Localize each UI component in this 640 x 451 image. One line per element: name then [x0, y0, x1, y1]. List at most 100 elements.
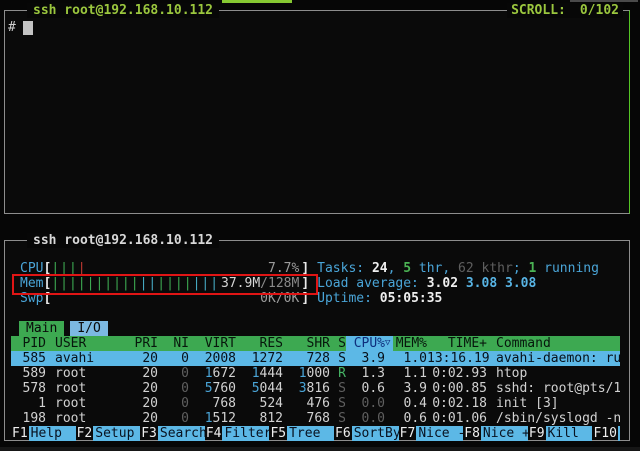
- arrow-slot: [385, 381, 393, 396]
- screen-tabs: Main I/O: [5, 321, 629, 336]
- col-user[interactable]: USER: [46, 336, 126, 351]
- ni: 0: [158, 396, 189, 411]
- shr: 728: [283, 351, 330, 366]
- f3-search-button[interactable]: Search: [158, 426, 205, 441]
- shr-lo: 476: [307, 396, 330, 411]
- f9-key[interactable]: F9: [528, 426, 546, 441]
- f8-key[interactable]: F8: [463, 426, 481, 441]
- table-row[interactable]: 578root200576050443816S0.63.90:00.85sshd…: [11, 381, 620, 396]
- pid: 1: [11, 396, 46, 411]
- virt: 5760: [189, 381, 236, 396]
- col-mem[interactable]: MEM%: [393, 336, 427, 351]
- cpu-pct: 0.6: [346, 381, 385, 396]
- f7-key[interactable]: F7: [399, 426, 417, 441]
- top-green-artifact: [222, 0, 292, 3]
- f6-sortby-button[interactable]: SortBy: [352, 426, 399, 441]
- annotation-rectangle: [12, 274, 318, 295]
- command: avahi-daemon: running: [487, 351, 620, 366]
- table-header-row[interactable]: PIDUSERPRINIVIRTRESSHRSCPU%▽MEM%TIME+Com…: [11, 336, 620, 351]
- f2-key[interactable]: F2: [76, 426, 94, 441]
- col-virt[interactable]: VIRT: [189, 336, 236, 351]
- virt-lo: 768: [213, 396, 236, 411]
- function-key-bar: F1HelpF2SetupF3SearchF4FilterF5TreeF6Sor…: [11, 426, 620, 441]
- scroll-label: SCROLL:: [511, 3, 566, 18]
- pane-title: ssh root@192.168.10.112: [27, 233, 219, 248]
- res-hi: 1: [252, 366, 260, 381]
- command: htop: [487, 366, 620, 381]
- scroll-value: 0/102: [580, 3, 619, 18]
- f2-setup-button[interactable]: Setup: [93, 426, 140, 441]
- col-res[interactable]: RES: [236, 336, 283, 351]
- user: root: [46, 381, 126, 396]
- table-row-selected[interactable]: 585avahi20020081272728S3.91.013:16.19ava…: [11, 351, 620, 366]
- ni: 0: [158, 366, 189, 381]
- shr-lo: 768: [307, 411, 330, 426]
- prompt-line[interactable]: #: [8, 20, 33, 35]
- time: 0:02.93: [427, 366, 487, 381]
- sort-arrow-icon: ▽: [385, 336, 393, 351]
- screen: { "top_pane": { "title": "ssh root@192.1…: [0, 0, 640, 451]
- blank-line: [5, 306, 629, 321]
- cpu-pct: 1.3: [346, 366, 385, 381]
- f1-key[interactable]: F1: [11, 426, 29, 441]
- col-pid[interactable]: PID: [11, 336, 46, 351]
- table-row[interactable]: 198root2001512812768S0.00.60:01.06/sbin/…: [11, 411, 620, 426]
- tab-io[interactable]: I/O: [70, 321, 107, 336]
- virt-hi: 1: [205, 411, 213, 426]
- command: /sbin/syslogd -n: [487, 411, 620, 426]
- res-hi: 5: [252, 381, 260, 396]
- virt-lo: 760: [213, 381, 236, 396]
- shell-prompt: #: [8, 20, 16, 35]
- f8-nice-plus-button[interactable]: Nice +: [481, 426, 528, 441]
- f1-help-button[interactable]: Help: [29, 426, 76, 441]
- pri: 20: [126, 411, 158, 426]
- col-ni[interactable]: NI: [158, 336, 189, 351]
- virt: 768: [189, 396, 236, 411]
- pid: 589: [11, 366, 46, 381]
- f6-key[interactable]: F6: [334, 426, 352, 441]
- time: 0:00.85: [427, 381, 487, 396]
- res-lo: 812: [260, 411, 283, 426]
- arrow-slot: [385, 351, 393, 366]
- virt-lo: 2008: [205, 351, 236, 366]
- table-row[interactable]: 1root200768524476S0.00.40:02.18init [3]: [11, 396, 620, 411]
- f7-nice-minus-button[interactable]: Nice -: [416, 426, 463, 441]
- res: 1272: [236, 351, 283, 366]
- f10-quit-button[interactable]: Quit: [618, 426, 620, 441]
- shell-pane[interactable]: ssh root@192.168.10.112 SCROLL:0/102 #: [4, 10, 630, 214]
- load-1min: 3.02: [427, 276, 466, 291]
- arrow-slot: [385, 366, 393, 381]
- col-shr[interactable]: SHR: [283, 336, 330, 351]
- f5-tree-button[interactable]: Tree: [287, 426, 334, 441]
- tasks-label: Tasks:: [317, 261, 372, 276]
- state: S: [330, 351, 346, 366]
- pid: 585: [11, 351, 46, 366]
- table-row[interactable]: 589root200167214441000R1.31.10:02.93htop: [11, 366, 620, 381]
- user: root: [46, 366, 126, 381]
- htop-pane[interactable]: ssh root@192.168.10.112 CPU[||||7.7%]Tas…: [4, 240, 630, 441]
- f4-key[interactable]: F4: [205, 426, 223, 441]
- f3-key[interactable]: F3: [140, 426, 158, 441]
- state: S: [330, 381, 346, 396]
- col-time[interactable]: TIME+: [427, 336, 487, 351]
- f5-key[interactable]: F5: [269, 426, 287, 441]
- bottom-strip-artifact: [0, 447, 640, 451]
- col-cpu-sorted[interactable]: CPU%: [346, 336, 385, 351]
- tasks-count: 24: [372, 261, 388, 276]
- col-pri[interactable]: PRI: [126, 336, 158, 351]
- tasks-sep2: ;: [513, 261, 529, 276]
- user: root: [46, 396, 126, 411]
- col-state[interactable]: S: [330, 336, 346, 351]
- shr-hi: 3: [299, 381, 307, 396]
- col-command[interactable]: Command: [487, 336, 620, 351]
- f9-kill-button[interactable]: Kill: [546, 426, 593, 441]
- ni: 0: [158, 381, 189, 396]
- f4-filter-button[interactable]: Filter: [222, 426, 269, 441]
- f10-key[interactable]: F10: [592, 426, 617, 441]
- res: 812: [236, 411, 283, 426]
- mem-pct: 1.0: [393, 351, 427, 366]
- virt-lo: 672: [213, 366, 236, 381]
- cpu-pct: 0.0: [346, 396, 385, 411]
- tab-main[interactable]: Main: [19, 321, 64, 336]
- pane-title: ssh root@192.168.10.112: [27, 3, 219, 18]
